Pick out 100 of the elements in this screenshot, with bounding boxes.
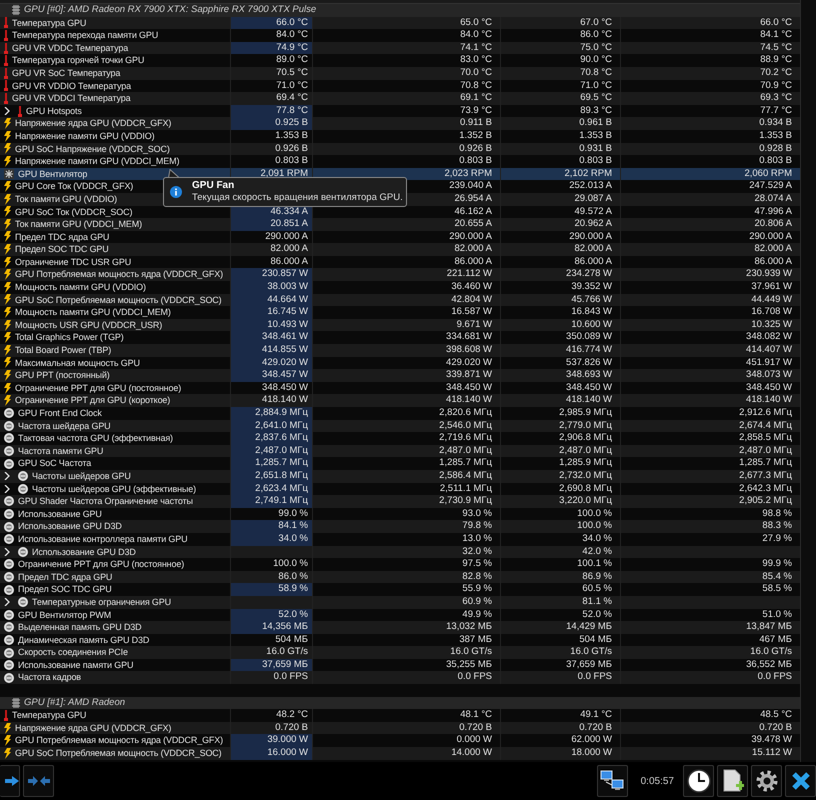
- current-value: 230.857 W: [262, 268, 308, 280]
- minimum-value: 14.000 W: [451, 747, 492, 758]
- sensor-label: Частоты шейдеров GPU: [32, 470, 131, 483]
- sensor-label: GPU VR VDDCI Температура: [12, 92, 130, 105]
- minimum-value: 82.000 A: [454, 243, 492, 254]
- minimum-value: 0.720 В: [459, 722, 492, 733]
- average-value: 20.806 A: [754, 218, 792, 230]
- sensor-label: Динамическая память GPU D3D: [18, 634, 150, 646]
- average-value: 16.708 W: [751, 306, 792, 318]
- maximum-value: 0.803 В: [579, 155, 612, 166]
- maximum-value: 42.0 %: [582, 546, 612, 557]
- maximum-value: 234.278 W: [566, 268, 612, 280]
- maximum-value: 39.352 W: [571, 281, 612, 292]
- average-value: 15.112 W: [752, 747, 792, 758]
- average-value: 16.0 GT/s: [750, 646, 792, 658]
- minimum-value: 398.608 W: [446, 344, 492, 356]
- current-value: 99.0 %: [278, 508, 308, 519]
- average-value: 86.000 A: [754, 256, 792, 267]
- minimum-value: 70.0 °C: [460, 66, 492, 78]
- device-title: GPU [#0]: AMD Radeon RX 7900 XTX: Sapphire RX 7900 XTX Pulse: [24, 4, 316, 17]
- minimum-value: 221.112 W: [446, 268, 492, 280]
- minimum-value: 13,032 МБ: [446, 621, 492, 632]
- average-value: 98.8 %: [762, 508, 792, 519]
- maximum-value: 16.843 W: [571, 306, 612, 318]
- average-value: 290.000 A: [749, 230, 792, 242]
- maximum-value: 537.826 W: [566, 356, 612, 368]
- maximum-value: 416.774 W: [566, 344, 612, 356]
- maximum-value: 252.013 A: [569, 180, 612, 192]
- sensor-label: GPU Вентилятор PWM: [18, 608, 112, 622]
- sensor-label: GPU VR VDDC Температура: [12, 42, 128, 54]
- average-value: 0.928 В: [759, 142, 792, 154]
- sensor-label: Тактовая частота GPU (эффективная): [18, 432, 173, 445]
- average-value: 2,912.6 МГц: [739, 407, 792, 418]
- current-value: 0.0 FPS: [274, 671, 308, 682]
- current-value: 86.0 %: [278, 570, 308, 582]
- minimum-value: 2,586.4 МГц: [439, 470, 492, 481]
- average-value: 13,847 МБ: [746, 621, 792, 632]
- maximum-value: 62.000 W: [571, 734, 612, 746]
- minimum-value: 16.587 W: [451, 306, 492, 318]
- sensor-label: GPU Вентилятор: [18, 168, 88, 180]
- current-value: 84.1 %: [278, 520, 308, 532]
- minimum-value: 2,511.1 МГц: [440, 482, 492, 494]
- maximum-value: 89.3 °C: [580, 104, 612, 116]
- minimum-value: 84.0 °C: [460, 29, 492, 40]
- average-value: 77.7 °C: [760, 104, 792, 116]
- maximum-value: 10.600 W: [571, 318, 612, 330]
- average-value: 51.0 %: [762, 608, 792, 620]
- average-value: 1,285.7 МГц: [739, 457, 792, 468]
- average-value: 27.9 %: [762, 532, 792, 544]
- tooltip-text: Текущая скорость вращения вентилятора GPU.: [192, 192, 403, 204]
- minimum-value: 418.140 W: [446, 394, 492, 406]
- minimum-value: 1.352 В: [459, 130, 492, 141]
- sensor-label: Total Board Power (TBP): [15, 344, 112, 357]
- sensor-label: Использование памяти GPU: [18, 658, 134, 672]
- average-value: 44.449 W: [751, 294, 792, 305]
- minimum-value: 26.954 A: [454, 192, 492, 204]
- maximum-value: 418.140 W: [566, 394, 612, 406]
- minimum-value: 97.5 %: [462, 558, 492, 570]
- minimum-value: 73.9 °C: [460, 104, 492, 116]
- sensor-label: Ток памяти GPU (VDDCI_MEM): [15, 218, 142, 231]
- current-value: 0.720 В: [275, 722, 308, 733]
- maximum-value: 0.720 В: [579, 722, 612, 733]
- average-value: 2,642.3 МГц: [739, 482, 792, 494]
- minimum-value: 20.655 A: [454, 218, 492, 230]
- maximum-value: 69.5 °C: [580, 92, 612, 104]
- minimum-value: 55.9 %: [462, 583, 492, 594]
- sensor-label: GPU Hotspots: [26, 104, 82, 118]
- maximum-value: 82.000 A: [574, 243, 612, 254]
- maximum-value: 14,429 МБ: [566, 621, 612, 632]
- maximum-value: 86.000 A: [574, 256, 612, 267]
- maximum-value: 348.693 W: [566, 369, 612, 380]
- current-value: 504 МБ: [275, 634, 308, 645]
- minimum-value: 60.9 %: [462, 596, 492, 607]
- sensor-label: Использование GPU: [18, 508, 102, 520]
- average-value: 39.478 W: [751, 734, 792, 746]
- sensor-label: Ограничение PPT для GPU (постоянное): [15, 382, 182, 394]
- current-value: 71.0 °C: [276, 80, 308, 91]
- minimum-value: 2,820.6 МГц: [439, 407, 492, 418]
- maximum-value: 70.8 °C: [580, 66, 612, 78]
- maximum-value: 49.1 °C: [580, 709, 612, 720]
- maximum-value: 350.089 W: [566, 331, 612, 342]
- current-value: 418.140 W: [262, 394, 308, 406]
- maximum-value: 504 МБ: [579, 634, 612, 645]
- average-value: 451.917 W: [746, 356, 792, 368]
- maximum-value: 2,487.0 МГц: [559, 444, 612, 456]
- minimum-value: 82.8 %: [462, 570, 492, 582]
- maximum-value: 2,732.0 МГц: [559, 470, 612, 481]
- maximum-value: 100.0 %: [577, 508, 612, 519]
- maximum-value: 0.961 В: [579, 117, 612, 128]
- maximum-value: 3,220.0 МГц: [559, 495, 612, 506]
- minimum-value: 74.1 °C: [460, 42, 492, 53]
- sensor-label: Напряжение памяти GPU (VDDIO): [15, 130, 154, 143]
- sensor-label: GPU SoC Напряжение (VDDCR_SOC): [15, 142, 170, 156]
- minimum-value: 1,285.7 МГц: [439, 457, 492, 468]
- minimum-value: 36.460 W: [451, 281, 492, 292]
- average-value: 1.353 В: [759, 130, 792, 141]
- maximum-value: 60.5 %: [582, 583, 612, 594]
- average-value: 88.3 %: [762, 520, 792, 532]
- current-value: 2,837.6 МГц: [255, 432, 308, 444]
- minimum-value: 339.871 W: [446, 369, 492, 380]
